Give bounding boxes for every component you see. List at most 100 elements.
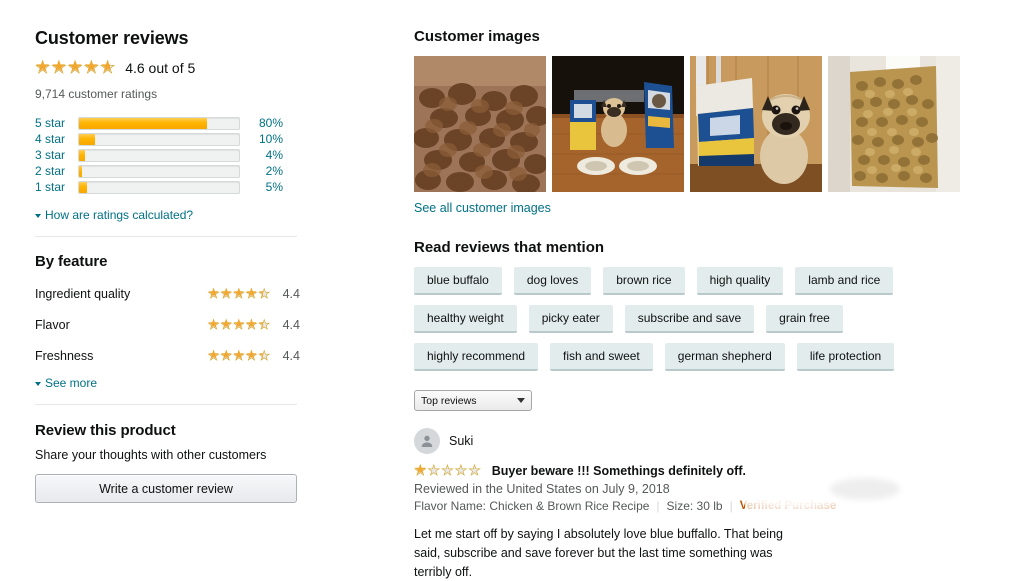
- histogram-star-label[interactable]: 2 star: [35, 164, 78, 178]
- see-all-customer-images-link[interactable]: See all customer images: [414, 201, 551, 215]
- histogram-percent-label[interactable]: 2%: [240, 164, 283, 178]
- feature-row: Flavor ★★★★★★★★★★ 4.4: [35, 318, 300, 332]
- histogram-row[interactable]: 2 star 2%: [35, 163, 300, 179]
- kibble-closeup-image: [414, 56, 546, 192]
- mention-tag[interactable]: blue buffalo: [414, 267, 502, 295]
- overall-rating[interactable]: ★★★★★ ★★★★★ 4.6 out of 5: [35, 59, 300, 77]
- reviews-summary-panel: Customer reviews ★★★★★ ★★★★★ 4.6 out of …: [35, 28, 300, 503]
- histogram-row[interactable]: 1 star 5%: [35, 179, 300, 195]
- mention-tag[interactable]: healthy weight: [414, 305, 517, 333]
- mention-tag[interactable]: high quality: [696, 267, 784, 295]
- review-product-section: Review this product Share your thoughts …: [35, 422, 300, 503]
- customer-reviews-page: Customer reviews ★★★★★ ★★★★★ 4.6 out of …: [0, 0, 1024, 581]
- histogram-bar-track[interactable]: [78, 148, 240, 162]
- mention-tag[interactable]: lamb and rice: [795, 267, 894, 295]
- by-feature-title: By feature: [35, 253, 108, 270]
- review-title-row[interactable]: ★★★★★ ★★★★★ Buyer beware !!! Somethings …: [414, 463, 1004, 478]
- review-stars-icon: ★★★★★ ★★★★★: [414, 463, 482, 479]
- histogram-star-label[interactable]: 4 star: [35, 132, 78, 146]
- feature-value: 4.4: [282, 349, 300, 363]
- histogram-bar-fill: [79, 181, 87, 193]
- mention-tag[interactable]: dog loves: [513, 267, 592, 295]
- histogram-bar-track[interactable]: [78, 164, 240, 178]
- review-flavor: Flavor Name: Chicken & Brown Rice Recipe: [414, 499, 650, 513]
- feature-stars-icon: ★★★★★★★★★★: [207, 318, 271, 333]
- feature-stars-icon: ★★★★★★★★★★: [207, 287, 271, 302]
- review-product-subtitle: Share your thoughts with other customers: [35, 448, 267, 462]
- customer-image-thumbnail[interactable]: [828, 56, 960, 192]
- review-date-location: Reviewed in the United States on July 9,…: [414, 482, 670, 496]
- rating-histogram: 5 star 80% 4 star 10% 3 star 4% 2 star 2% 1 star…: [35, 115, 300, 195]
- ratings-count: 9,714 customer ratings: [35, 87, 158, 101]
- histogram-row[interactable]: 4 star 10%: [35, 131, 300, 147]
- feature-value: 4.4: [282, 318, 300, 332]
- feature-name: Freshness: [35, 349, 94, 363]
- divider: [35, 236, 297, 237]
- feature-name: Ingredient quality: [35, 287, 131, 301]
- sort-reviews-select[interactable]: Top reviews: [414, 390, 532, 411]
- feature-row: Freshness ★★★★★★★★★★ 4.4: [35, 349, 300, 363]
- page-title: Customer reviews: [35, 28, 189, 48]
- histogram-percent-label[interactable]: 5%: [240, 180, 283, 194]
- pug-beside-bag-image: [690, 56, 822, 192]
- by-feature-section: By feature Ingredient quality ★★★★★★★★★★ 4…: [35, 253, 300, 390]
- customer-image-thumbnail[interactable]: [690, 56, 822, 192]
- see-more-label: See more: [45, 376, 98, 390]
- histogram-percent-label[interactable]: 10%: [240, 132, 283, 146]
- see-more-link[interactable]: See more: [35, 376, 97, 390]
- review-attributes: Flavor Name: Chicken & Brown Rice Recipe…: [414, 499, 1004, 513]
- mention-tag[interactable]: picky eater: [528, 305, 613, 333]
- histogram-percent-label[interactable]: 4%: [240, 148, 283, 162]
- customer-images-gallery: [414, 56, 1004, 192]
- reviewer[interactable]: Suki: [414, 428, 1004, 454]
- review-item: Suki ★★★★★ ★★★★★ Buyer beware !!! Someth…: [414, 428, 1004, 581]
- pug-with-food-bags-image: [552, 56, 684, 192]
- customer-image-thumbnail[interactable]: [552, 56, 684, 192]
- mention-tag[interactable]: fish and sweet: [550, 343, 653, 371]
- chevron-down-icon: [35, 382, 41, 386]
- mention-tag[interactable]: grain free: [766, 305, 843, 333]
- overall-stars-icon: ★★★★★ ★★★★★: [35, 58, 117, 78]
- how-ratings-calculated-link[interactable]: How are ratings calculated?: [35, 208, 193, 222]
- histogram-bar-track[interactable]: [78, 132, 240, 146]
- histogram-row[interactable]: 3 star 4%: [35, 147, 300, 163]
- histogram-star-label[interactable]: 5 star: [35, 116, 78, 130]
- kibble-in-container-image: [828, 56, 960, 192]
- customer-image-thumbnail[interactable]: [414, 56, 546, 192]
- feature-name: Flavor: [35, 318, 70, 332]
- feature-value: 4.4: [282, 287, 300, 301]
- person-icon: [421, 435, 433, 447]
- histogram-bar-fill: [79, 133, 95, 145]
- write-customer-review-button[interactable]: Write a customer review: [35, 474, 297, 503]
- mention-tag[interactable]: german shepherd: [664, 343, 785, 371]
- separator: |: [656, 499, 660, 513]
- mention-tag[interactable]: brown rice: [603, 267, 685, 295]
- histogram-percent-label[interactable]: 80%: [240, 116, 283, 130]
- histogram-bar-track[interactable]: [78, 116, 240, 130]
- read-reviews-that-mention-title: Read reviews that mention: [414, 239, 605, 256]
- divider: [35, 404, 297, 405]
- reviewer-name: Suki: [449, 434, 474, 448]
- feature-stars-icon: ★★★★★★★★★★: [207, 349, 271, 364]
- histogram-star-label[interactable]: 3 star: [35, 148, 78, 162]
- review-product-title: Review this product: [35, 422, 176, 439]
- separator: |: [729, 499, 733, 513]
- chevron-down-icon: [35, 214, 41, 218]
- mention-tag[interactable]: subscribe and save: [624, 305, 755, 333]
- avatar: [414, 428, 440, 454]
- histogram-row[interactable]: 5 star 80%: [35, 115, 300, 131]
- histogram-star-label[interactable]: 1 star: [35, 180, 78, 194]
- mention-tag[interactable]: life protection: [796, 343, 895, 371]
- chevron-down-icon: [517, 398, 525, 403]
- histogram-bar-track[interactable]: [78, 180, 240, 194]
- mention-tag-list: blue buffalo dog loves brown rice high qual…: [414, 267, 939, 371]
- mention-tag[interactable]: highly recommend: [414, 343, 539, 371]
- histogram-bar-fill: [79, 117, 207, 129]
- histogram-bar-fill: [79, 149, 86, 161]
- customer-images-title: Customer images: [414, 28, 540, 45]
- review-title: Buyer beware !!! Somethings definitely o…: [491, 463, 746, 478]
- review-body: Let me start off by saying I absolutely …: [414, 527, 783, 579]
- review-size: Size: 30 lb: [666, 499, 723, 513]
- how-ratings-calculated-label: How are ratings calculated?: [45, 208, 194, 222]
- histogram-bar-fill: [79, 165, 83, 177]
